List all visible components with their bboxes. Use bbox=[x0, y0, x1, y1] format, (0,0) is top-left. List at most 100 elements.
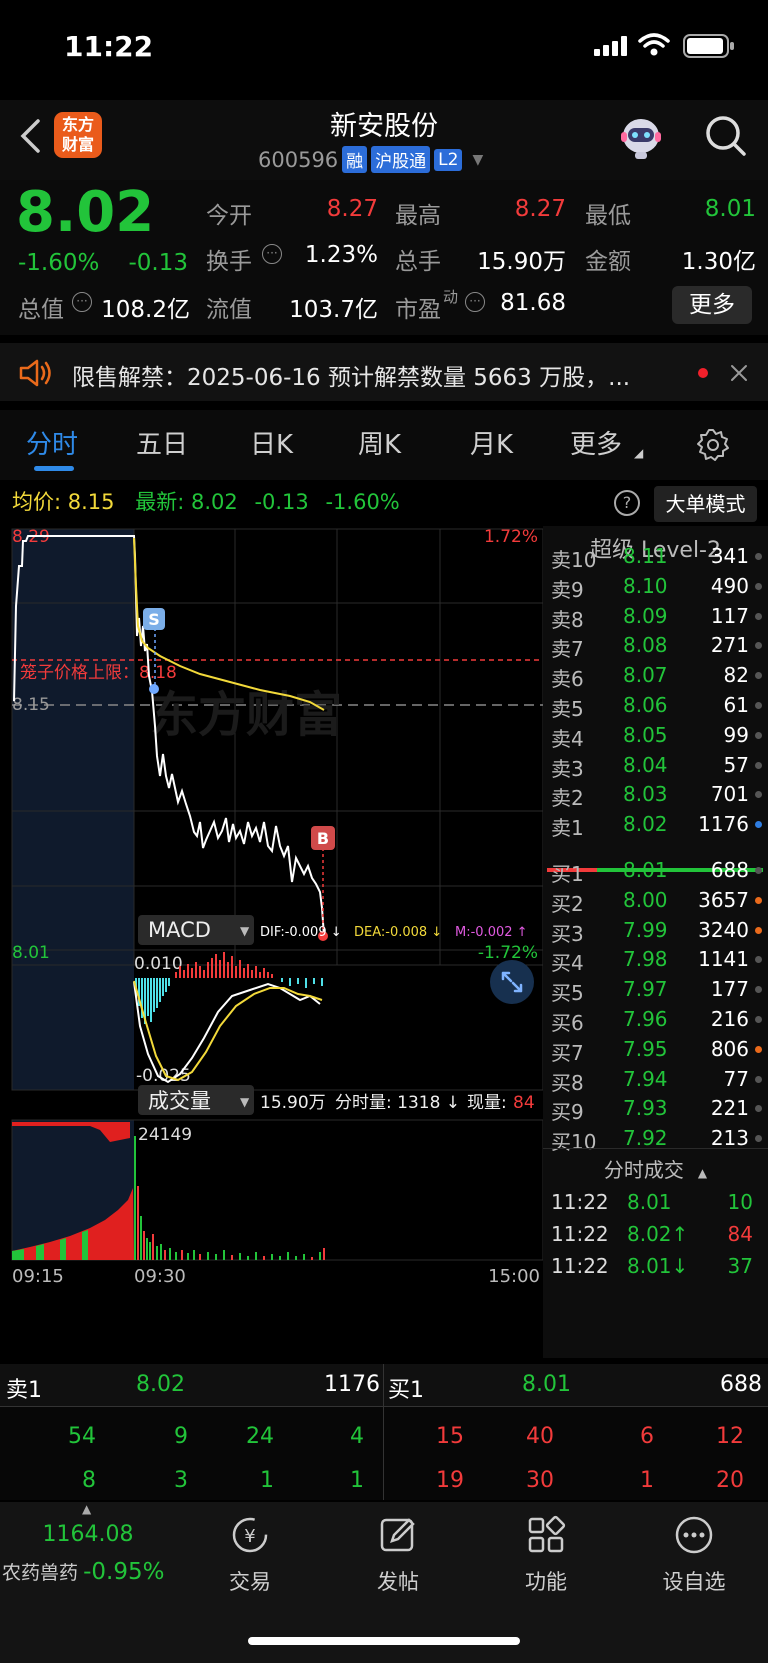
cellular-signal-icon bbox=[594, 36, 628, 56]
time-end-label: 15:00 bbox=[488, 1266, 540, 1287]
info-icon[interactable]: ··· bbox=[262, 244, 282, 264]
robot-assistant-icon[interactable] bbox=[617, 114, 665, 160]
latest-price-value: 8.02 bbox=[190, 490, 238, 514]
info-icon[interactable]: ··· bbox=[465, 292, 485, 312]
bid-price: 7.95 bbox=[623, 1036, 668, 1061]
status-time: 11:22 bbox=[64, 30, 154, 63]
order-dot bbox=[755, 702, 762, 709]
tick-volume: 10 bbox=[727, 1190, 753, 1214]
ticks-title[interactable]: 分时成交 ▲ bbox=[543, 1154, 768, 1183]
float-cap-value: 103.7亿 bbox=[289, 297, 378, 323]
tick-price: 8.01↓ bbox=[627, 1254, 689, 1278]
order-dot bbox=[755, 761, 762, 769]
sector-index-row[interactable]: 农药兽药 -0.95% bbox=[2, 1558, 164, 1585]
bid-price: 7.99 bbox=[623, 917, 668, 942]
bid-row[interactable]: 买3 7.99 3240 bbox=[543, 914, 768, 946]
bid-row[interactable]: 买5 7.97 177 bbox=[543, 973, 768, 1006]
high-value: 8.27 bbox=[514, 196, 566, 222]
bid-level-label: 买1 bbox=[551, 862, 584, 886]
change-amount: -0.13 bbox=[128, 250, 188, 276]
expand-icon bbox=[490, 960, 534, 1004]
ask-row[interactable]: 卖6 8.07 82 bbox=[543, 659, 768, 692]
last-price: 8.02 bbox=[16, 180, 155, 245]
close-icon[interactable] bbox=[730, 364, 748, 382]
minute-volume: 分时量: 1318 ↓ bbox=[335, 1093, 460, 1113]
tick-time: 11:22 bbox=[551, 1254, 609, 1278]
queue-order-size: 6 bbox=[640, 1424, 654, 1449]
level2-tag: L2 bbox=[434, 148, 463, 171]
pe-label: 市盈 bbox=[395, 297, 441, 323]
bid-row[interactable]: 买8 7.94 77 bbox=[543, 1063, 768, 1095]
order-dot bbox=[755, 986, 762, 994]
bid-volume: 806 bbox=[710, 1036, 749, 1061]
ask-row[interactable]: 卖2 8.03 701 bbox=[543, 778, 768, 810]
more-button[interactable]: 更多 bbox=[672, 286, 752, 324]
ask-row[interactable]: 卖10 8.11 341 bbox=[543, 540, 768, 572]
bid-row[interactable]: 买9 7.93 221 bbox=[543, 1092, 768, 1124]
bid-price: 7.97 bbox=[623, 977, 668, 1002]
ask-level-label: 卖6 bbox=[551, 667, 584, 692]
bid-level-label: 买5 bbox=[551, 981, 584, 1006]
ask-price: 8.08 bbox=[623, 633, 668, 658]
bid-row[interactable]: 买7 7.95 806 bbox=[543, 1033, 768, 1065]
low-label: 最低 bbox=[585, 203, 631, 229]
sell1-label: 卖1 bbox=[6, 1378, 42, 1403]
bid-level-label: 买8 bbox=[551, 1070, 584, 1095]
intraday-chart[interactable]: 东方财富 8.29 8.15 8.01 1.72% -1.72% 笼子价格上限：… bbox=[0, 526, 545, 1358]
low-value: 8.01 bbox=[704, 196, 756, 222]
turnover-value: 1.23% bbox=[304, 242, 378, 268]
tab-intraday[interactable]: 分时 bbox=[26, 424, 78, 461]
amount-label: 金额 bbox=[585, 249, 631, 275]
gear-icon[interactable] bbox=[696, 428, 730, 462]
tab-more[interactable]: 更多 bbox=[570, 424, 622, 461]
bid-level-label: 买6 bbox=[551, 1011, 584, 1035]
bid-price: 7.92 bbox=[623, 1126, 668, 1151]
order-book[interactable]: 超级 Level-2 卖10 8.11 341 卖9 8.10 490 卖8 8.09 117 卖… bbox=[543, 526, 768, 1358]
bid-row[interactable]: 买4 7.98 1141 bbox=[543, 943, 768, 975]
ask-row[interactable]: 卖9 8.10 490 bbox=[543, 570, 768, 602]
ask-volume: 271 bbox=[710, 633, 749, 658]
tab-monthly-k[interactable]: 月K bbox=[470, 424, 513, 461]
ask-price: 8.09 bbox=[623, 603, 668, 628]
home-indicator[interactable] bbox=[248, 1637, 520, 1645]
caret-down-icon: ▼ bbox=[472, 151, 484, 168]
latest-change: -0.13 bbox=[254, 490, 309, 514]
queue-order-size: 30 bbox=[526, 1468, 554, 1493]
order-dot bbox=[755, 926, 762, 934]
ask-row[interactable]: 卖7 8.08 271 bbox=[543, 629, 768, 661]
wifi-icon bbox=[638, 33, 670, 56]
bid-row[interactable]: 买2 8.00 3657 bbox=[543, 884, 768, 916]
time-start-label: 09:15 bbox=[12, 1266, 64, 1287]
ask-row[interactable]: 卖8 8.09 117 bbox=[543, 600, 768, 632]
help-icon[interactable]: ? bbox=[614, 490, 640, 516]
bid-row[interactable]: 买6 7.96 216 bbox=[543, 1003, 768, 1035]
ask-row[interactable]: 卖5 8.06 61 bbox=[543, 689, 768, 721]
volume-total: 15.90万 bbox=[260, 1093, 326, 1113]
tab-daily-k[interactable]: 日K bbox=[250, 424, 293, 461]
queue-order-size: 54 bbox=[68, 1424, 96, 1449]
avg-price-label: 均价: bbox=[12, 490, 62, 514]
tab-weekly-k[interactable]: 周K bbox=[358, 424, 401, 461]
order-dot bbox=[755, 1045, 762, 1053]
nav-trade[interactable]: ¥ 交易 bbox=[200, 1514, 300, 1596]
bid-row[interactable]: 买1 8.01 688 bbox=[543, 854, 768, 886]
ask-row[interactable]: 卖1 8.02 1176 bbox=[543, 808, 768, 840]
info-icon[interactable]: ··· bbox=[72, 292, 92, 312]
stock-code-row[interactable]: 600596 融 沪股通 L2 ▼ bbox=[258, 146, 483, 173]
big-order-mode-button[interactable]: 大单模式 bbox=[654, 486, 757, 522]
current-volume-label: 现量: bbox=[467, 1093, 507, 1113]
ask-row[interactable]: 卖3 8.04 57 bbox=[543, 749, 768, 781]
sector-index-value[interactable]: 1164.08 bbox=[0, 1522, 176, 1547]
tab-five-day[interactable]: 五日 bbox=[136, 424, 188, 461]
search-icon[interactable] bbox=[704, 114, 748, 158]
ask-row[interactable]: 卖4 8.05 99 bbox=[543, 719, 768, 751]
nav-add-watchlist[interactable]: 设自选 bbox=[644, 1514, 744, 1596]
tick-row: 11:22 8.01 10 bbox=[543, 1186, 768, 1217]
notice-text[interactable]: 限售解禁：2025-06-16 预计解禁数量 5663 万股，... bbox=[72, 358, 630, 392]
caret-up-icon: ▲ bbox=[697, 1166, 708, 1180]
nav-functions[interactable]: 功能 bbox=[496, 1514, 596, 1596]
queue-order-size: 1 bbox=[350, 1468, 364, 1493]
order-dot bbox=[755, 791, 762, 799]
nav-post[interactable]: 发帖 bbox=[348, 1514, 448, 1596]
ask-volume: 57 bbox=[723, 752, 749, 777]
